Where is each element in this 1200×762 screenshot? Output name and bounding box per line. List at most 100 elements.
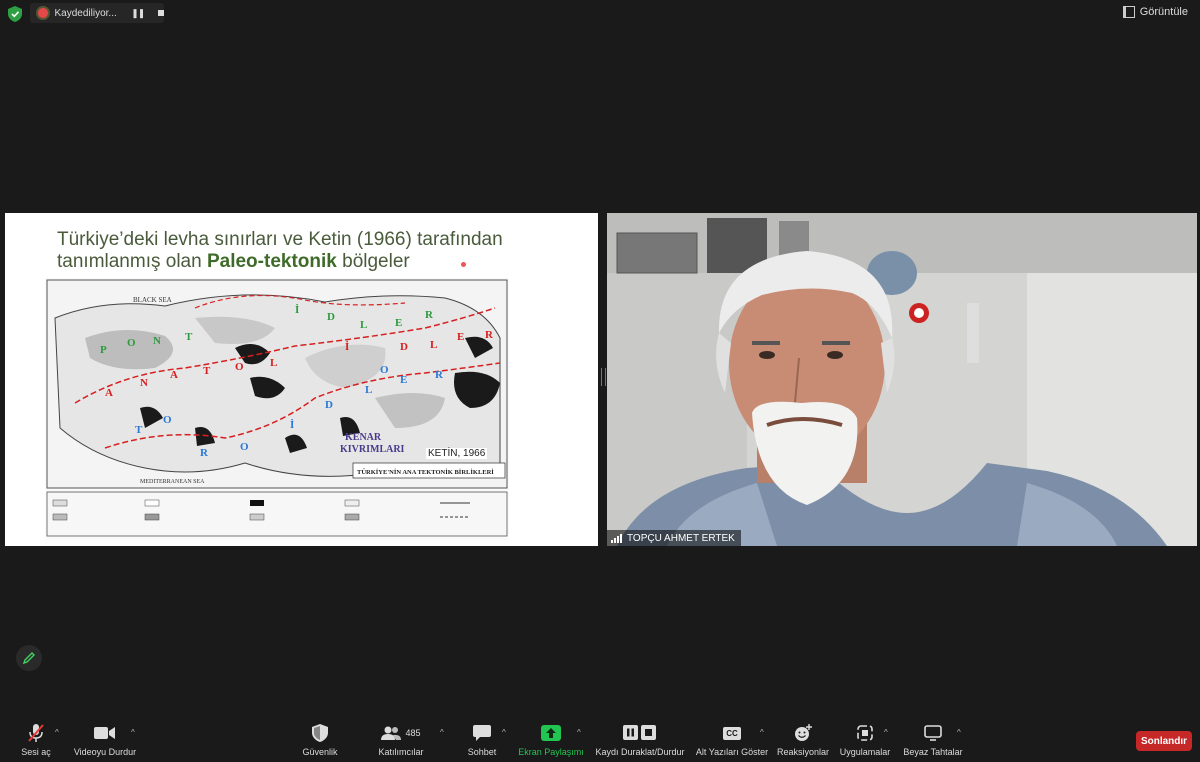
- whiteboards-label: Beyaz Tahtalar: [903, 747, 963, 757]
- view-layout-icon: [1122, 6, 1135, 18]
- participant-name-tag: TOPÇU AHMET ERTEK: [607, 530, 741, 546]
- recording-label: Kaydediliyor...: [54, 7, 117, 19]
- participant-name: TOPÇU AHMET ERTEK: [627, 532, 735, 544]
- svg-text:T: T: [135, 424, 143, 436]
- participants-label: Katılımcılar: [378, 747, 424, 757]
- show-captions-button[interactable]: CC Alt Yazıları Göster: [694, 722, 770, 762]
- view-label: Görüntüle: [1139, 6, 1188, 18]
- microphone-muted-icon: [28, 724, 44, 742]
- svg-text:O: O: [380, 364, 389, 376]
- svg-text:R: R: [425, 309, 434, 321]
- apps-icon: [857, 725, 873, 741]
- svg-text:D: D: [327, 311, 335, 323]
- svg-text:O: O: [240, 441, 249, 453]
- svg-text:O: O: [127, 337, 136, 349]
- participants-button[interactable]: 485 Katılımcılar: [374, 722, 428, 762]
- svg-text:L: L: [270, 357, 277, 369]
- share-screen-icon: [541, 725, 561, 741]
- svg-text:A: A: [105, 387, 113, 399]
- stop-video-button[interactable]: Videoyu Durdur: [72, 722, 138, 762]
- svg-text:İ: İ: [345, 341, 349, 353]
- svg-text:L: L: [360, 319, 367, 331]
- svg-text:R: R: [200, 447, 209, 459]
- map-legend-title: TÜRKİYE'NİN ANA TEKTONİK BİRLİKLERİ: [357, 469, 494, 476]
- whiteboards-button[interactable]: Beyaz Tahtalar: [902, 722, 964, 762]
- meeting-toolbar: Sesi aç ^ Videoyu Durdur ^ Güvenlik 485 …: [0, 718, 1200, 762]
- slide-title-bold: Paleo-tektonik: [206, 251, 337, 272]
- svg-text:N: N: [153, 335, 161, 347]
- svg-text:T: T: [185, 331, 193, 343]
- unmute-label: Sesi aç: [21, 747, 51, 757]
- signal-strength-icon: [611, 533, 623, 543]
- closed-captions-icon: CC: [723, 726, 741, 740]
- whiteboard-icon: [924, 725, 942, 741]
- security-label: Güvenlik: [302, 747, 338, 757]
- panel-resize-handle[interactable]: [601, 368, 606, 386]
- shield-icon: [312, 724, 328, 742]
- chat-bubble-icon: [473, 725, 491, 741]
- map-kivrimlari-label: KIVRIMLARI: [340, 444, 405, 455]
- security-button[interactable]: Güvenlik: [298, 722, 342, 762]
- svg-text:D: D: [400, 341, 408, 353]
- captions-options-caret[interactable]: ^: [760, 728, 764, 737]
- apps-options-caret[interactable]: ^: [884, 728, 888, 737]
- pencil-icon: [22, 652, 35, 665]
- share-screen-label: Ekran Paylaşımı: [518, 747, 584, 757]
- participant-video-feed: [607, 213, 1197, 546]
- chat-button[interactable]: Sohbet: [464, 722, 500, 762]
- top-bar: Kaydediliyor... ❚❚ Görüntüle: [0, 0, 1200, 28]
- apps-label: Uygulamalar: [839, 747, 891, 757]
- share-screen-button[interactable]: Ekran Paylaşımı: [518, 722, 584, 762]
- smiley-plus-icon: [795, 724, 812, 741]
- svg-text:N: N: [140, 377, 148, 389]
- recording-indicator[interactable]: Kaydediliyor... ❚❚: [30, 3, 164, 23]
- security-shield-icon[interactable]: [8, 6, 22, 22]
- svg-text:T: T: [203, 365, 211, 377]
- map-kenar-label: KENAR: [345, 432, 382, 443]
- unmute-button[interactable]: Sesi aç: [18, 722, 54, 762]
- svg-text:P: P: [100, 344, 107, 356]
- participants-options-caret[interactable]: ^: [440, 728, 444, 737]
- tectonic-map: P O N T İ D L E R A N A T O L İ D L E R …: [45, 278, 509, 540]
- chat-label: Sohbet: [467, 747, 497, 757]
- stop-video-label: Videoyu Durdur: [73, 747, 137, 757]
- map-mediterranean-label: MEDITERRANEAN SEA: [140, 479, 205, 485]
- recording-pause-button[interactable]: ❚❚: [131, 8, 145, 19]
- show-captions-label: Alt Yazıları Göster: [695, 747, 769, 757]
- participant-video-tile[interactable]: TOPÇU AHMET ERTEK: [607, 213, 1197, 546]
- svg-text:L: L: [365, 384, 372, 396]
- svg-text:İ: İ: [295, 304, 299, 316]
- svg-text:E: E: [395, 317, 402, 329]
- svg-text:D: D: [325, 399, 333, 411]
- pause-stop-recording-icon: [623, 725, 656, 740]
- participants-icon: [381, 726, 402, 740]
- slide-title-line2-suffix: bölgeler: [336, 251, 410, 272]
- chat-options-caret[interactable]: ^: [502, 728, 506, 737]
- map-black-sea-label: BLACK SEA: [133, 296, 172, 304]
- end-meeting-button[interactable]: Sonlandır: [1136, 731, 1192, 751]
- slide-title-line1: Türkiye’deki levha sınırları ve Ketin (1…: [57, 229, 503, 250]
- slide-title: Türkiye’deki levha sınırları ve Ketin (1…: [57, 229, 577, 273]
- pause-stop-recording-button[interactable]: Kaydı Duraklat/Durdur: [594, 722, 686, 762]
- svg-text:E: E: [457, 331, 464, 343]
- whiteboards-options-caret[interactable]: ^: [957, 728, 961, 737]
- recording-stop-button[interactable]: [158, 10, 164, 16]
- reactions-label: Reaksiyonlar: [776, 747, 830, 757]
- shared-screen-slide: Türkiye’deki levha sınırları ve Ketin (1…: [5, 213, 598, 546]
- participants-count: 485: [405, 728, 421, 738]
- video-camera-icon: [94, 727, 115, 739]
- svg-text:R: R: [435, 369, 444, 381]
- svg-text:L: L: [430, 339, 437, 351]
- video-options-caret[interactable]: ^: [131, 728, 135, 737]
- share-options-caret[interactable]: ^: [577, 728, 581, 737]
- annotate-button[interactable]: [16, 645, 42, 671]
- view-button[interactable]: Görüntüle: [1122, 6, 1188, 18]
- reactions-button[interactable]: Reaksiyonlar: [776, 722, 830, 762]
- svg-text:R: R: [485, 329, 494, 341]
- map-caption: KETİN, 1966: [426, 448, 488, 459]
- svg-text:O: O: [163, 414, 172, 426]
- laser-pointer-dot: [461, 262, 466, 267]
- audio-options-caret[interactable]: ^: [55, 728, 59, 737]
- svg-text:A: A: [170, 369, 178, 381]
- svg-text:E: E: [400, 374, 407, 386]
